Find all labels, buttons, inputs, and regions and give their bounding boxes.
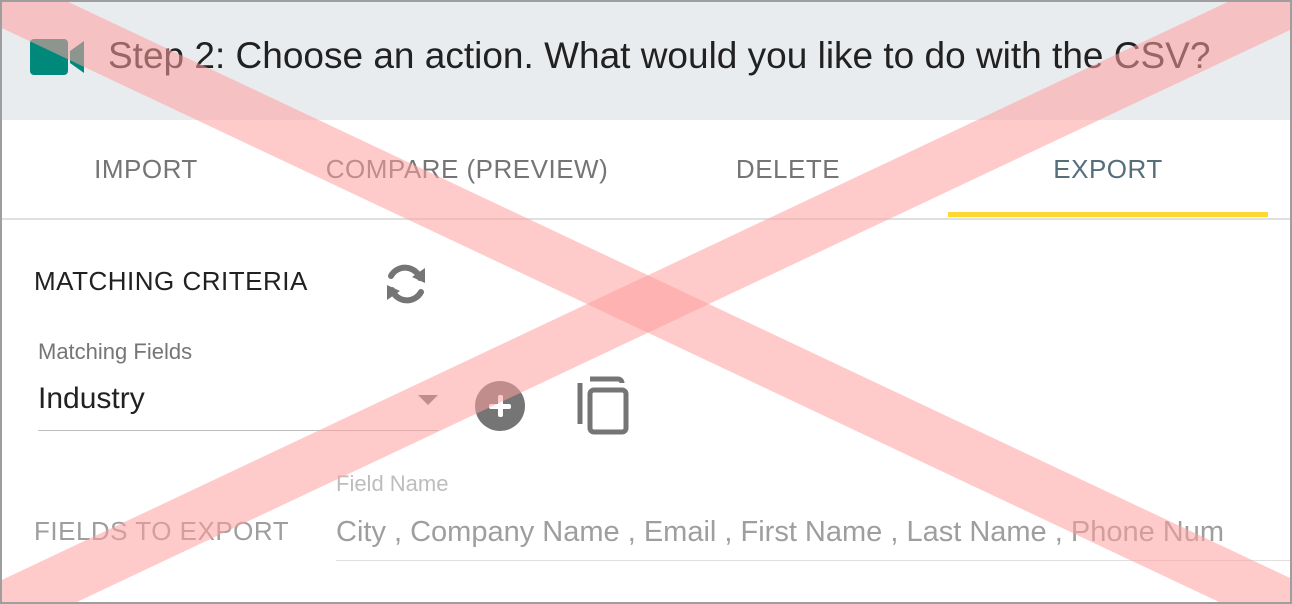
tab-delete[interactable]: DELETE <box>682 120 894 218</box>
tab-export[interactable]: EXPORT <box>948 120 1268 218</box>
add-icon-vertical <box>498 395 503 417</box>
copy-icon[interactable] <box>576 376 632 436</box>
export-dialog: Step 2: Choose an action. What would you… <box>0 0 1292 604</box>
chevron-down-icon <box>418 395 438 405</box>
video-camera-icon <box>30 39 84 75</box>
step-header: Step 2: Choose an action. What would you… <box>2 2 1290 120</box>
matching-fields-select[interactable]: Industry <box>38 378 438 431</box>
tab-import[interactable]: IMPORT <box>36 120 256 218</box>
matching-fields-label: Matching Fields <box>38 339 193 364</box>
field-name-label: Field Name <box>336 471 449 496</box>
action-tabs: IMPORT COMPARE (PREVIEW) DELETE EXPORT <box>2 120 1290 220</box>
matching-fields-value: Industry <box>38 382 145 415</box>
matching-criteria-title: MATCHING CRITERIA <box>34 266 308 296</box>
step-title: Step 2: Choose an action. What would you… <box>108 35 1211 76</box>
fields-to-export-input[interactable]: City , Company Name , Email , First Name… <box>336 512 1290 561</box>
fields-to-export-title: FIELDS TO EXPORT <box>34 516 290 546</box>
add-matching-field-button[interactable] <box>475 381 525 431</box>
active-tab-indicator <box>948 212 1268 217</box>
refresh-icon[interactable] <box>382 260 430 308</box>
tab-compare-preview[interactable]: COMPARE (PREVIEW) <box>312 120 622 218</box>
